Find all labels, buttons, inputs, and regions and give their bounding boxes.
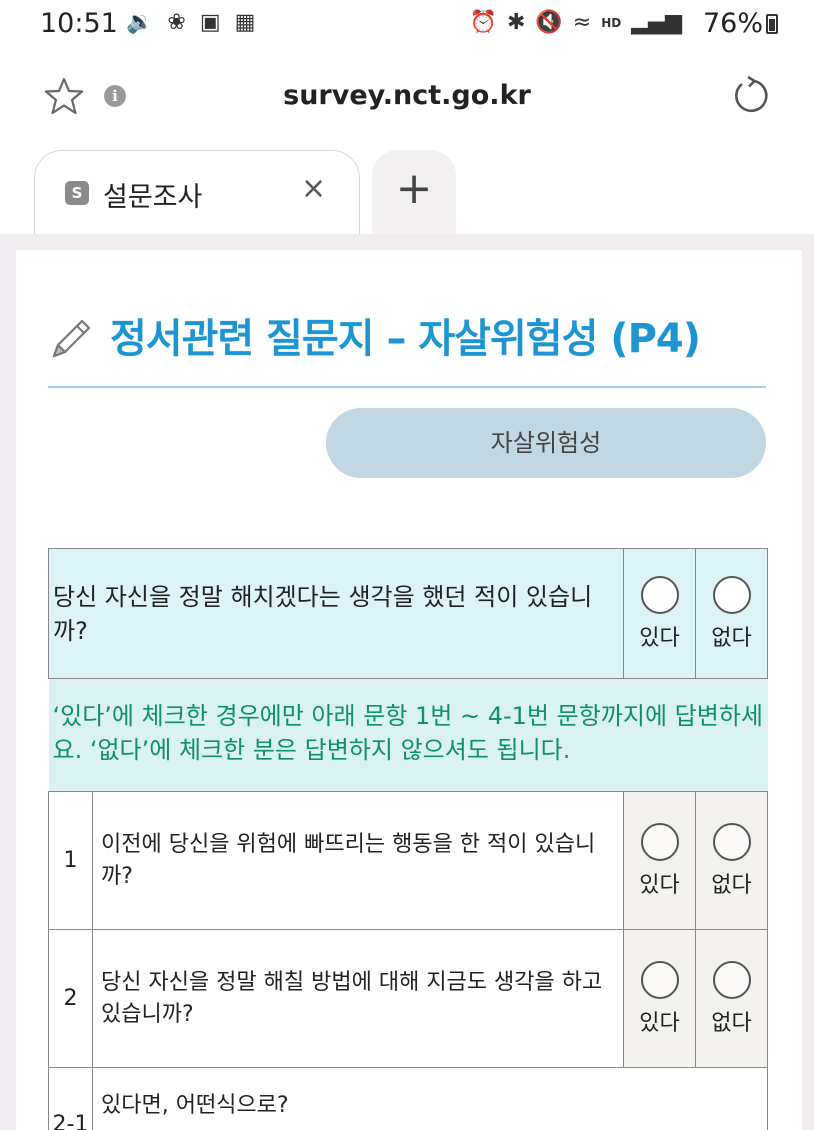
hd-voice-icon: HD [601, 15, 622, 30]
radio-yes[interactable] [640, 575, 679, 614]
radio-no[interactable] [712, 575, 751, 614]
option-yes[interactable]: 있다 [623, 929, 696, 1068]
question-number: 2-1 [48, 1067, 93, 1130]
battery-level: 76% [702, 8, 763, 39]
close-icon[interactable]: × [301, 171, 326, 206]
question-number: 2 [48, 929, 93, 1068]
tab-survey[interactable]: S 설문조사 × [34, 150, 360, 236]
option-yes[interactable]: 있다 [623, 548, 696, 679]
battery-icon [766, 14, 778, 34]
main-question-text: 당신 자신을 정말 해치겠다는 생각을 했던 적이 있습니까? [48, 548, 624, 679]
main-question-row: 당신 자신을 정말 해치겠다는 생각을 했던 적이 있습니까? 있다 없다 [48, 548, 768, 679]
question-text: 당신 자신을 정말 해칠 방법에 대해 지금도 생각을 하고 있습니까? [92, 929, 624, 1068]
radio-no[interactable] [712, 960, 751, 999]
pencil-icon [52, 319, 91, 358]
status-right-icons: ⏰ ✱ 🔇 ≈ HD ▂▄▆ [470, 10, 682, 35]
signal-icon: ▂▄▆ [631, 10, 682, 35]
tab-title: 설문조사 [103, 182, 203, 213]
reload-icon[interactable] [728, 74, 772, 118]
questionnaire-table: 당신 자신을 정말 해치겠다는 생각을 했던 적이 있습니까? 있다 없다 ‘있… [48, 548, 768, 1130]
tab-strip: S 설문조사 × + [0, 146, 814, 236]
question-row-1: 1 이전에 당신을 위험에 빠뜨리는 행동을 한 적이 있습니까? 있다 없다 [48, 791, 768, 930]
question-row-2-1: 2-1 있다면, 어떤식으로? [48, 1067, 768, 1130]
option-label: 있다 [639, 1010, 680, 1036]
image-icon: ▣ [199, 10, 221, 35]
screenshot-icon: ▦ [234, 10, 256, 35]
battery-indicator: 76% [703, 8, 778, 39]
option-no[interactable]: 없다 [695, 929, 768, 1068]
option-label: 없다 [711, 872, 752, 898]
survey-page: 정서관련 질문지 – 자살위험성 (P4) 자살위험성 당신 자신을 정말 해치… [16, 250, 802, 1130]
option-no[interactable]: 없다 [695, 791, 768, 930]
status-time: 10:51 [40, 8, 118, 39]
option-label: 없다 [711, 625, 752, 651]
alarm-icon: ⏰ [469, 10, 497, 35]
option-label: 있다 [639, 625, 680, 651]
option-no[interactable]: 없다 [695, 548, 768, 679]
url-text[interactable]: survey.nct.go.kr [0, 80, 814, 111]
fan-icon: ❀ [167, 10, 186, 35]
question-text: 있다면, 어떤식으로? [92, 1067, 768, 1130]
question-number: 1 [48, 791, 93, 930]
option-label: 없다 [711, 1010, 752, 1036]
option-yes[interactable]: 있다 [623, 791, 696, 930]
section-button-suicide-risk[interactable]: 자살위험성 [326, 408, 766, 478]
page-title: 정서관련 질문지 – 자살위험성 (P4) [110, 316, 701, 362]
option-label: 있다 [639, 872, 680, 898]
status-left-icons: 🔉 ❀ ▣ ▦ [126, 10, 255, 35]
radio-no[interactable] [712, 822, 751, 861]
bluetooth-icon: ✱ [506, 10, 526, 35]
volume-icon: 🔉 [126, 10, 154, 35]
new-tab-button[interactable]: + [372, 150, 456, 236]
status-bar: 10:51 🔉 ❀ ▣ ▦ ⏰ ✱ 🔇 ≈ HD ▂▄▆ 76% [0, 0, 814, 50]
notice-text: ‘있다’에 체크한 경우에만 아래 문항 1번 ~ 4-1번 문항까지에 답변하… [48, 678, 768, 792]
address-bar: i survey.nct.go.kr [0, 60, 814, 136]
wifi-icon: ≈ [572, 10, 592, 35]
question-row-2: 2 당신 자신을 정말 해칠 방법에 대해 지금도 생각을 하고 있습니까? 있… [48, 929, 768, 1068]
favicon-icon: S [65, 181, 89, 205]
mute-icon: 🔇 [535, 10, 563, 35]
page-heading: 정서관련 질문지 – 자살위험성 (P4) [46, 306, 776, 386]
radio-yes[interactable] [640, 822, 679, 861]
heading-divider [48, 386, 766, 388]
notice-row: ‘있다’에 체크한 경우에만 아래 문항 1번 ~ 4-1번 문항까지에 답변하… [48, 678, 768, 792]
radio-yes[interactable] [640, 960, 679, 999]
question-text: 이전에 당신을 위험에 빠뜨리는 행동을 한 적이 있습니까? [92, 791, 624, 930]
